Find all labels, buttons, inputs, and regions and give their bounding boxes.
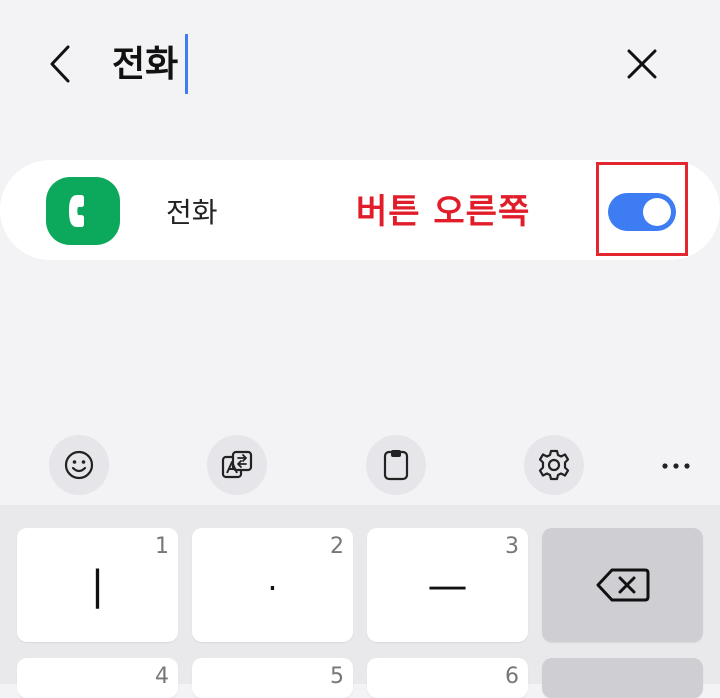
key-1[interactable]: 1 | — [17, 528, 178, 642]
key-number: 2 — [330, 534, 344, 559]
key-number: 5 — [330, 664, 344, 689]
back-button[interactable] — [36, 40, 84, 88]
key-6[interactable]: 6 — [367, 658, 528, 698]
emoji-button[interactable] — [49, 435, 109, 495]
phone-icon — [69, 195, 84, 227]
settings-button[interactable] — [524, 435, 584, 495]
app-label: 전화 — [166, 196, 218, 229]
keyboard: 1 | 2 · 3 — 4 5 6 — [0, 505, 720, 698]
chevron-left-icon — [50, 45, 70, 83]
toggle-knob — [643, 198, 671, 226]
clear-button[interactable] — [616, 40, 668, 88]
key-number: 1 — [155, 534, 169, 559]
key-4[interactable]: 4 — [17, 658, 178, 698]
key-number: 4 — [155, 664, 169, 689]
close-icon — [627, 49, 657, 79]
emoji-icon — [64, 450, 94, 480]
phone-app-icon — [46, 177, 120, 245]
translate-icon — [221, 450, 253, 479]
key-number: 3 — [505, 534, 519, 559]
backspace-key[interactable] — [542, 528, 703, 642]
key-3[interactable]: 3 — — [367, 528, 528, 642]
settings-icon — [538, 449, 570, 481]
annotation-label: 버튼 오른쪽 — [356, 192, 531, 232]
translate-button[interactable] — [207, 435, 267, 495]
key-number: 6 — [505, 664, 519, 689]
key-symbol: — — [427, 563, 468, 609]
key-symbol: | — [90, 563, 105, 609]
key-5[interactable]: 5 — [192, 658, 353, 698]
key-2[interactable]: 2 · — [192, 528, 353, 642]
backspace-icon — [596, 568, 649, 602]
function-key[interactable] — [542, 658, 703, 698]
app-toggle-switch[interactable] — [608, 193, 676, 231]
clipboard-button[interactable] — [366, 435, 426, 495]
key-symbol: · — [267, 569, 278, 607]
more-icon — [662, 463, 690, 469]
more-button[interactable] — [652, 448, 700, 484]
search-bar: 전화 — [0, 0, 720, 130]
search-input[interactable]: 전화 — [112, 40, 178, 90]
text-cursor — [185, 34, 188, 94]
clipboard-icon — [383, 450, 409, 481]
